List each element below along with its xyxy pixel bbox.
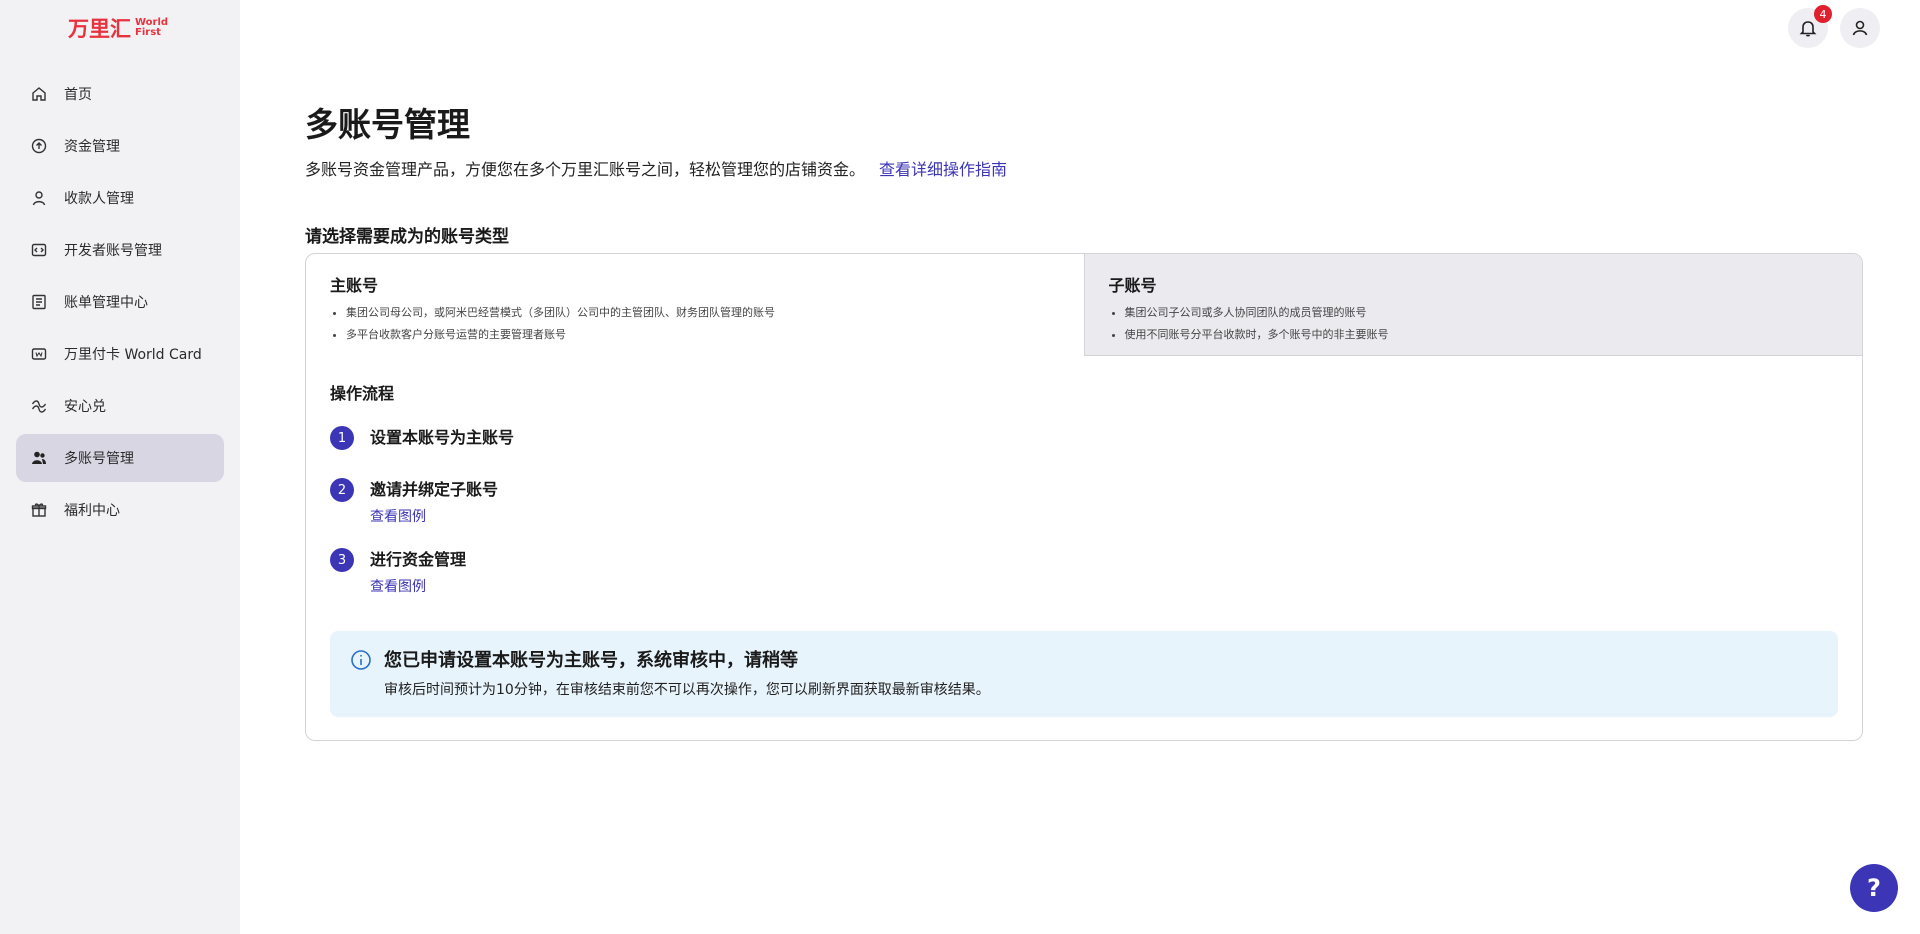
- sidebar-item-label: 资金管理: [64, 139, 120, 155]
- view-example-link[interactable]: 查看图例: [370, 576, 466, 596]
- option-title: 主账号: [330, 276, 379, 295]
- sidebar-item-home[interactable]: 首页: [16, 70, 224, 118]
- sidebar-item-payee[interactable]: 收款人管理: [16, 174, 224, 222]
- flow-step-3: 3 进行资金管理 查看图例: [330, 548, 514, 596]
- sidebar-nav: 首页 资金管理 收款人管理 开发者账号管理 账单管理中心 万里付卡 World …: [16, 70, 224, 538]
- subtitle-text: 多账号资金管理产品，方便您在多个万里汇账号之间，轻松管理您的店铺资金。: [305, 160, 866, 179]
- sidebar-item-benefits[interactable]: 福利中心: [16, 486, 224, 534]
- option-sub-account[interactable]: 子账号 集团公司子公司或多人协同团队的成员管理的账号 使用不同账号分平台收款时，…: [1083, 254, 1862, 356]
- multi-account-icon: [30, 449, 48, 467]
- review-status-notice: 您已申请设置本账号为主账号，系统审核中，请稍等 审核后时间预计为10分钟，在审核…: [330, 631, 1838, 717]
- flow-step-2: 2 邀请并绑定子账号 查看图例: [330, 478, 514, 526]
- page-title: 多账号管理: [305, 105, 470, 144]
- card-icon: [30, 345, 48, 363]
- option-bullet: 使用不同账号分平台收款时，多个账号中的非主要账号: [1125, 324, 1839, 346]
- notification-count-badge: 4: [1814, 5, 1832, 23]
- option-bullets: 集团公司子公司或多人协同团队的成员管理的账号 使用不同账号分平台收款时，多个账号…: [1109, 302, 1839, 346]
- sidebar: 万里汇 World First 首页 资金管理 收款人管理 开发者账号管理 账单…: [0, 0, 240, 934]
- worldfirst-logo[interactable]: 万里汇 World First: [68, 14, 168, 42]
- operation-flow: 操作流程 1 设置本账号为主账号 2 邀请并绑定子账号 查看图例 3 进行资金管…: [330, 380, 514, 596]
- user-icon: [1850, 18, 1870, 38]
- question-mark-icon: ?: [1867, 874, 1881, 902]
- sidebar-item-funds[interactable]: 资金管理: [16, 122, 224, 170]
- step-title: 设置本账号为主账号: [370, 428, 515, 447]
- sidebar-item-label: 多账号管理: [64, 451, 134, 467]
- notice-title: 您已申请设置本账号为主账号，系统审核中，请稍等: [384, 650, 798, 671]
- flow-title: 操作流程: [330, 384, 395, 403]
- guide-link[interactable]: 查看详细操作指南: [879, 160, 1007, 179]
- logo-cn-text: 万里汇: [68, 17, 131, 41]
- sidebar-item-label: 账单管理中心: [64, 295, 148, 311]
- option-bullets: 集团公司母公司，或阿米巴经营模式（多团队）公司中的主管团队、财务团队管理的账号 …: [330, 302, 1060, 346]
- logo-en-line2: First: [135, 27, 161, 38]
- option-bullet: 集团公司母公司，或阿米巴经营模式（多团队）公司中的主管团队、财务团队管理的账号: [346, 302, 1060, 324]
- sidebar-item-label: 万里付卡 World Card: [64, 347, 202, 363]
- bill-icon: [30, 293, 48, 311]
- sidebar-item-label: 首页: [64, 87, 92, 103]
- gift-icon: [30, 501, 48, 519]
- sidebar-item-bills[interactable]: 账单管理中心: [16, 278, 224, 326]
- option-bullet: 集团公司子公司或多人协同团队的成员管理的账号: [1125, 302, 1839, 324]
- notice-text: 审核后时间预计为10分钟，在审核结束前您不可以再次操作，您可以刷新界面获取最新审…: [384, 682, 990, 698]
- sidebar-item-developer[interactable]: 开发者账号管理: [16, 226, 224, 274]
- view-example-link[interactable]: 查看图例: [370, 506, 498, 526]
- step-title: 邀请并绑定子账号: [370, 480, 499, 499]
- option-bullet: 多平台收款客户分账号运营的主要管理者账号: [346, 324, 1060, 346]
- sidebar-item-label: 安心兑: [64, 399, 106, 415]
- bell-icon: [1798, 18, 1818, 38]
- notification-button[interactable]: 4: [1788, 5, 1832, 48]
- funds-icon: [30, 137, 48, 155]
- account-type-options: 主账号 集团公司母公司，或阿米巴经营模式（多团队）公司中的主管团队、财务团队管理…: [306, 254, 1862, 356]
- info-icon: [350, 649, 372, 671]
- option-title: 子账号: [1108, 276, 1157, 295]
- sidebar-item-exchange[interactable]: 安心兑: [16, 382, 224, 430]
- sidebar-item-label: 开发者账号管理: [64, 243, 162, 259]
- sidebar-item-label: 福利中心: [64, 503, 120, 519]
- developer-icon: [30, 241, 48, 259]
- sidebar-item-multi-account[interactable]: 多账号管理: [16, 434, 224, 482]
- user-account-button[interactable]: [1840, 8, 1880, 48]
- logo-en-text: World First: [135, 18, 168, 38]
- option-main-account[interactable]: 主账号 集团公司母公司，或阿米巴经营模式（多团队）公司中的主管团队、财务团队管理…: [306, 254, 1084, 356]
- step-number: 1: [330, 426, 354, 450]
- account-type-card: 主账号 集团公司母公司，或阿米巴经营模式（多团队）公司中的主管团队、财务团队管理…: [305, 253, 1863, 741]
- page-subtitle: 多账号资金管理产品，方便您在多个万里汇账号之间，轻松管理您的店铺资金。 查看详细操…: [305, 156, 1007, 180]
- sidebar-item-world-card[interactable]: 万里付卡 World Card: [16, 330, 224, 378]
- account-type-section-title: 请选择需要成为的账号类型: [305, 227, 509, 247]
- exchange-icon: [30, 397, 48, 415]
- step-number: 3: [330, 548, 354, 572]
- home-icon: [30, 85, 48, 103]
- payee-icon: [30, 189, 48, 207]
- step-number: 2: [330, 478, 354, 502]
- flow-step-1: 1 设置本账号为主账号: [330, 426, 514, 450]
- sidebar-item-label: 收款人管理: [64, 191, 134, 207]
- help-button[interactable]: ?: [1850, 864, 1898, 912]
- step-title: 进行资金管理: [370, 550, 467, 569]
